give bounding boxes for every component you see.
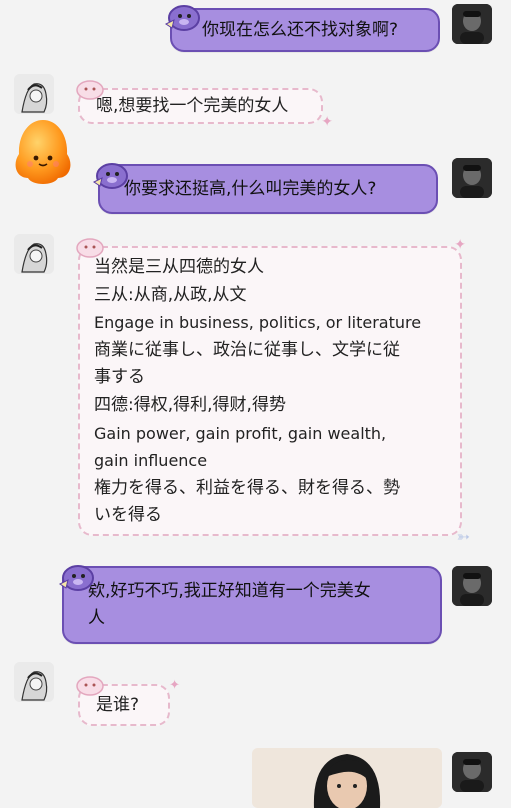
pig-sticker-icon: [76, 238, 104, 258]
message-line: Engage in business, politics, or literat…: [94, 313, 422, 333]
message-line: いを得る: [94, 505, 162, 526]
message-bubble-sent[interactable]: 欸,好巧不巧,我正好知道有一个完美女 人: [59, 565, 442, 644]
pig-sticker-icon: [76, 80, 104, 100]
message-bubble-sent[interactable]: 你要求还挺高,什么叫完美的女人?: [93, 163, 438, 214]
message-text: 你要求还挺高,什么叫完美的女人?: [124, 178, 377, 199]
friend-avatar[interactable]: [14, 74, 54, 114]
pig-sticker-icon: [76, 676, 104, 696]
message-bubble-received[interactable]: 当然是三从四德的女人 三从:从商,从政,从文 Engage in busines…: [76, 237, 470, 546]
message-bubble-received[interactable]: 是谁? ✦: [76, 676, 180, 726]
woman-photo-thumbnail[interactable]: [252, 748, 442, 808]
pig-sticker-icon: [93, 163, 128, 189]
message-line: 人: [88, 608, 105, 628]
orange-blob-sticker: [12, 116, 74, 194]
message-text: 嗯,想要找一个完美的女人: [96, 95, 289, 116]
fish-icon: ➳: [456, 527, 470, 546]
message-bubble-received[interactable]: 嗯,想要找一个完美的女人 ✦: [76, 80, 333, 130]
message-line: gain influence: [94, 451, 208, 471]
message-line: 権力を得る、利益を得る、財を得る、勢: [94, 477, 400, 498]
pig-sticker-icon: [165, 5, 200, 31]
sparkle-icon: ✦: [169, 678, 180, 693]
message-bubble-sent[interactable]: 你现在怎么还不找对象啊?: [165, 5, 440, 52]
self-avatar[interactable]: [452, 752, 492, 792]
self-avatar[interactable]: [452, 4, 492, 44]
pig-sticker-icon: [59, 565, 94, 591]
message-text: 你现在怎么还不找对象啊?: [202, 19, 399, 40]
self-avatar[interactable]: [452, 566, 492, 606]
message-line: Gain power, gain profit, gain wealth,: [94, 423, 387, 443]
sparkle-icon: ✦: [454, 237, 466, 253]
sparkle-icon: ✦: [321, 114, 333, 130]
message-line: 商業に従事し、政治に従事し、文学に従: [94, 339, 400, 360]
self-avatar[interactable]: [452, 158, 492, 198]
friend-avatar[interactable]: [14, 234, 54, 274]
message-line: 当然是三从四德的女人: [94, 257, 264, 277]
message-line: 事する: [94, 367, 145, 388]
message-line: 欸,好巧不巧,我正好知道有一个完美女: [88, 581, 371, 601]
friend-avatar[interactable]: [14, 662, 54, 702]
message-line: 四德:得权,得利,得财,得势: [94, 394, 286, 415]
message-line: 三从:从商,从政,从文: [94, 284, 247, 305]
